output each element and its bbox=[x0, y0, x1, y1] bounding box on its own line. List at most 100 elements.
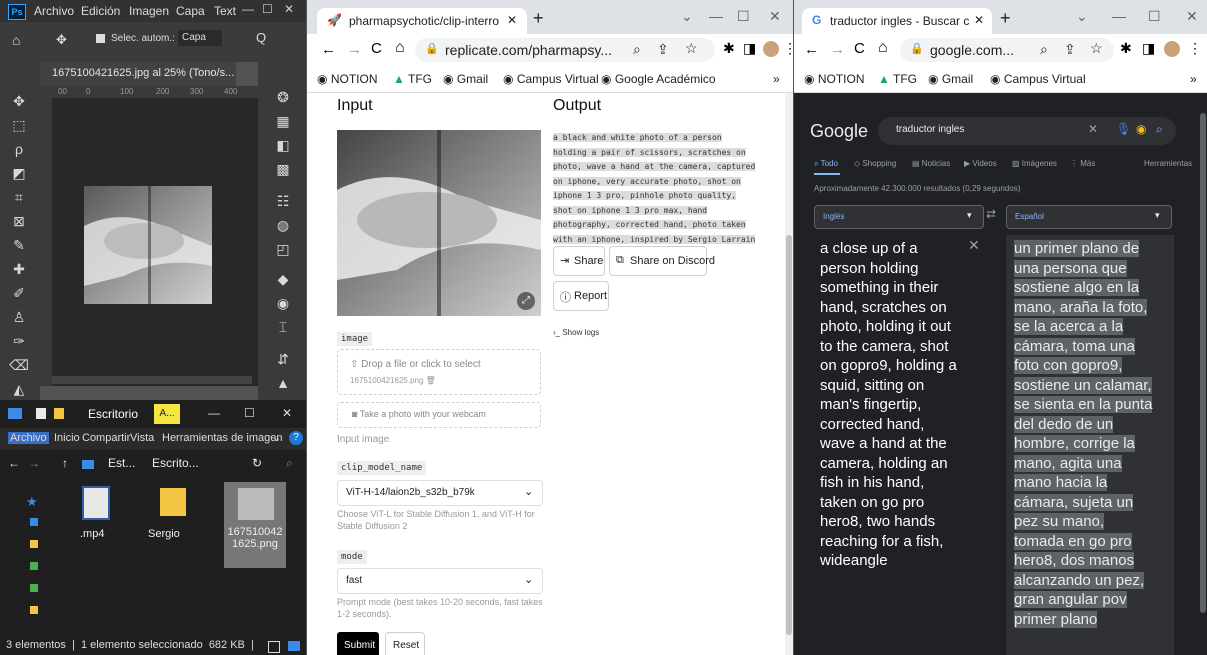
panel-properties-icon[interactable]: ◰ bbox=[272, 238, 294, 260]
clip-model-select[interactable]: ViT-H-14/laion2b_s32b_b79k ⌄ bbox=[337, 480, 543, 506]
sidepanel-icon[interactable]: ◨ bbox=[1142, 40, 1155, 57]
avatar[interactable] bbox=[763, 41, 779, 57]
bookmark-notion[interactable]: ◉ NOTION bbox=[804, 72, 865, 86]
panel-color-icon[interactable]: ◧ bbox=[272, 134, 294, 156]
show-logs-link[interactable]: ›_ Show logs bbox=[553, 328, 599, 337]
search-box[interactable]: traductor ingles ✕ 🎙 ◉ ⌕ bbox=[878, 117, 1176, 145]
clear-text-icon[interactable]: ✕ bbox=[968, 237, 980, 254]
quick-access-icon[interactable] bbox=[36, 408, 46, 419]
zoom-icon[interactable]: ⌕ bbox=[1040, 41, 1048, 58]
extensions-icon[interactable]: ✱ bbox=[723, 40, 735, 57]
close-icon[interactable]: ✕ bbox=[282, 406, 292, 420]
forward-icon[interactable]: → bbox=[347, 41, 362, 58]
share-icon[interactable]: ⇪ bbox=[1064, 41, 1076, 58]
star-icon[interactable]: ★ bbox=[26, 494, 38, 510]
extensions-icon[interactable]: ✱ bbox=[1120, 40, 1132, 57]
checkbox-icon[interactable] bbox=[96, 34, 105, 43]
share-icon[interactable]: ⇪ bbox=[657, 41, 669, 58]
forward-icon[interactable]: → bbox=[830, 41, 845, 58]
ps-scrollbar-horizontal[interactable] bbox=[52, 376, 252, 384]
ps-menu-archivo[interactable]: Archivo bbox=[34, 4, 74, 18]
panel-paths-icon[interactable]: ⌶ bbox=[272, 316, 294, 338]
tab-close-icon[interactable]: ✕ bbox=[507, 13, 517, 27]
address-bar[interactable]: 🔒 replicate.com/pharmapsy... ⌕ ⇪ ☆ bbox=[415, 38, 715, 62]
source-language-select[interactable]: Inglés ▾ bbox=[814, 205, 984, 229]
search-input[interactable]: traductor ingles bbox=[896, 124, 964, 135]
stamp-icon[interactable]: ♙ bbox=[8, 306, 30, 328]
nav-folder-icon[interactable] bbox=[30, 540, 38, 548]
large-icons-view-icon[interactable] bbox=[288, 641, 300, 651]
panel-channels-icon[interactable]: ◉ bbox=[272, 292, 294, 314]
nav-folder-icon[interactable] bbox=[30, 518, 38, 526]
page-scrollbar[interactable] bbox=[785, 93, 793, 655]
submit-button[interactable]: Submit bbox=[337, 632, 379, 655]
panel-actions-icon[interactable]: ▲ bbox=[272, 372, 294, 394]
source-text-area[interactable]: a close up of a person holding something… bbox=[814, 235, 1002, 655]
nav-folder-icon[interactable] bbox=[30, 562, 38, 570]
filter-shopping[interactable]: ◇ Shopping bbox=[854, 159, 896, 168]
menu-icon[interactable]: ⋮ bbox=[783, 40, 793, 57]
back-icon[interactable]: ← bbox=[8, 456, 20, 470]
forward-icon[interactable]: → bbox=[28, 456, 40, 470]
bookmark-gmail[interactable]: ◉ Gmail bbox=[928, 72, 973, 86]
menu-icon[interactable]: ⋮ bbox=[1188, 40, 1202, 57]
brush-icon[interactable]: ✐ bbox=[8, 282, 30, 304]
maximize-icon[interactable]: ☐ bbox=[262, 2, 273, 16]
help-icon[interactable]: ? bbox=[289, 431, 303, 445]
ps-canvas-image[interactable] bbox=[84, 186, 212, 304]
nav-folder-icon[interactable] bbox=[30, 584, 38, 592]
ribbon-vista[interactable]: Vista bbox=[130, 432, 154, 444]
panel-3d-cube-icon[interactable]: ◆ bbox=[272, 268, 294, 290]
breadcrumb-escritorio[interactable]: Escrito... bbox=[152, 456, 199, 470]
ps-menu-edicion[interactable]: Edición bbox=[81, 4, 120, 18]
reset-button[interactable]: Reset bbox=[385, 632, 425, 655]
move-icon[interactable]: ✥ bbox=[8, 90, 30, 112]
back-icon[interactable]: ← bbox=[321, 41, 336, 58]
panel-swatches-icon[interactable]: ▩ bbox=[272, 158, 294, 180]
ribbon-compartir[interactable]: Compartir bbox=[82, 432, 130, 444]
zoom-icon[interactable]: ⌕ bbox=[633, 41, 641, 58]
panel-adjust-icon[interactable]: ☷ bbox=[272, 190, 294, 212]
bookmark-campus[interactable]: ◉ Campus Virtual bbox=[503, 72, 599, 86]
refresh-icon[interactable]: ↻ bbox=[252, 456, 262, 470]
star-icon[interactable]: ☆ bbox=[1090, 40, 1103, 57]
filter-todo[interactable]: ⌕ Todo bbox=[814, 159, 838, 169]
home-icon[interactable]: ⌂ bbox=[878, 39, 888, 57]
tools-button[interactable]: Herramientas bbox=[1144, 159, 1192, 168]
ribbon-expand-icon[interactable]: ⌄ bbox=[272, 431, 281, 444]
bookmark-tfg[interactable]: ▲ TFG bbox=[878, 72, 917, 86]
clear-icon[interactable]: ✕ bbox=[1088, 122, 1098, 136]
swap-languages-icon[interactable]: ⇄ bbox=[986, 207, 996, 221]
google-logo[interactable]: Google bbox=[810, 121, 868, 142]
chevron-down-icon[interactable]: ⌄ bbox=[681, 8, 693, 25]
source-text[interactable]: a close up of a person holding something… bbox=[820, 239, 960, 571]
maximize-icon[interactable]: ☐ bbox=[737, 8, 750, 25]
ribbon-archivo[interactable]: Archivo bbox=[8, 432, 49, 444]
maximize-icon[interactable]: ☐ bbox=[1148, 8, 1161, 25]
page-scrollbar[interactable] bbox=[1198, 93, 1207, 655]
home-icon[interactable]: ⌂ bbox=[12, 32, 20, 48]
search-icon[interactable]: ⌕ bbox=[286, 456, 293, 471]
maximize-icon[interactable]: ☐ bbox=[244, 406, 255, 420]
lens-icon[interactable]: ◉ bbox=[1136, 122, 1146, 136]
file-item[interactable]: Sergio bbox=[148, 484, 198, 556]
more-bookmarks-icon[interactable]: » bbox=[773, 72, 780, 86]
eraser-icon[interactable]: ⌫ bbox=[8, 354, 30, 376]
input-image-preview[interactable]: ⤢ bbox=[337, 130, 541, 316]
move-tool-icon[interactable]: ✥ bbox=[56, 32, 67, 48]
new-tab-icon[interactable]: + bbox=[1000, 8, 1011, 29]
close-icon[interactable]: ✕ bbox=[769, 8, 781, 25]
panel-3d-icon[interactable]: ❂ bbox=[272, 86, 294, 108]
expand-icon[interactable]: ⤢ bbox=[517, 292, 535, 310]
more-bookmarks-icon[interactable]: » bbox=[1190, 72, 1197, 86]
filter-videos[interactable]: ▶ Videos bbox=[964, 159, 997, 168]
ps-menu-imagen[interactable]: Imagen bbox=[129, 4, 169, 18]
report-button[interactable]: ⓘ Report bbox=[553, 281, 609, 311]
object-select-icon[interactable]: ◩ bbox=[8, 162, 30, 184]
filter-imagenes[interactable]: ▨ Imágenes bbox=[1012, 159, 1057, 168]
layer-select[interactable]: Capa bbox=[178, 30, 222, 46]
healing-icon[interactable]: ✚ bbox=[8, 258, 30, 280]
address-bar[interactable]: 🔒 google.com... ⌕ ⇪ ☆ bbox=[900, 38, 1114, 62]
ps-document-tab[interactable]: 1675100421625.jpg al 25% (Tono/s... bbox=[40, 62, 236, 86]
frame-icon[interactable]: ⊠ bbox=[8, 210, 30, 232]
